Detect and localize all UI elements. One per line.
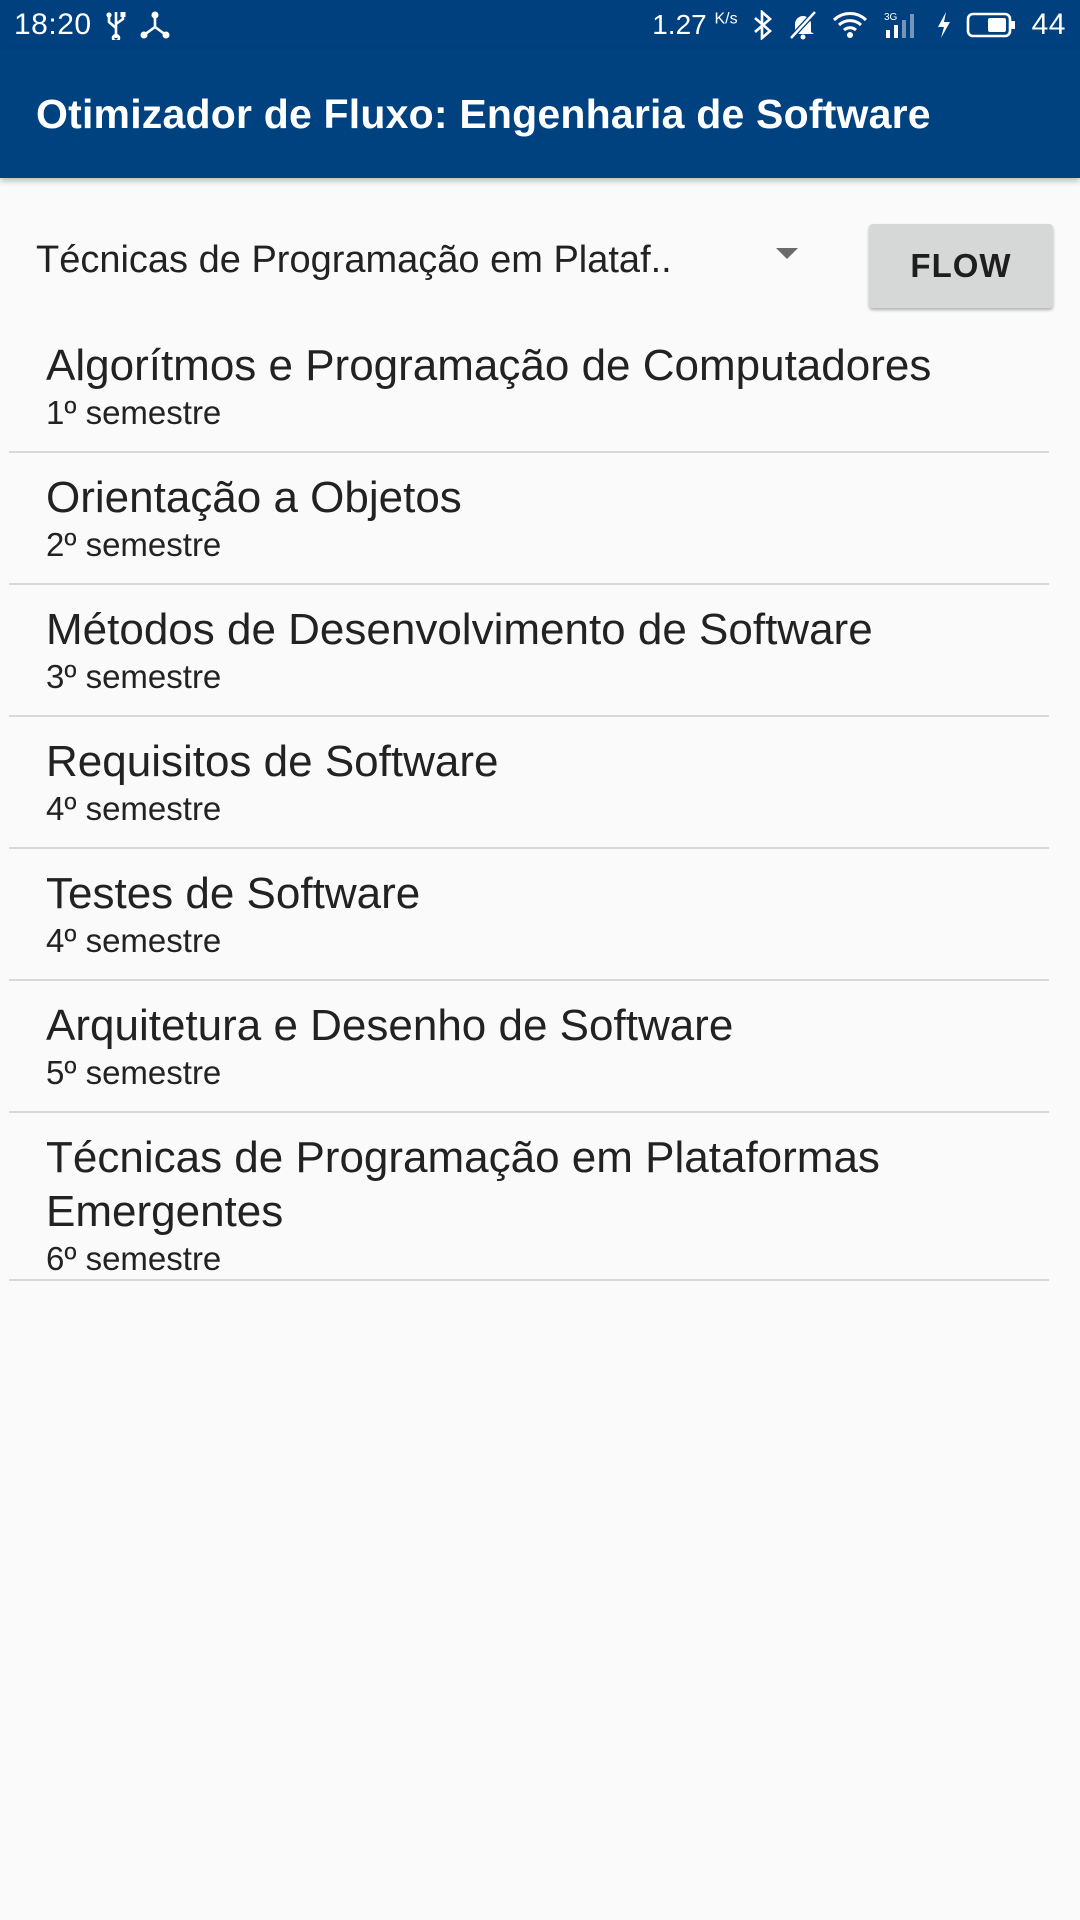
app-title: Otimizador de Fluxo: Engenharia de Softw… bbox=[36, 90, 931, 137]
network-type-label: 3G bbox=[884, 12, 898, 23]
list-item[interactable]: Arquitetura e Desenho de Software 5º seme… bbox=[9, 981, 1049, 1113]
prerequisite-list: Algorítmos e Programação de Computadores… bbox=[0, 327, 1080, 1281]
list-item[interactable]: Algorítmos e Programação de Computadores… bbox=[9, 327, 1049, 453]
controls-row: Técnicas de Programação em Plataf.. FLOW bbox=[0, 178, 1080, 318]
charging-icon bbox=[936, 7, 952, 43]
dropdown-arrow-icon bbox=[776, 248, 798, 259]
course-name: Técnicas de Programação em Plataformas E… bbox=[46, 1133, 880, 1236]
course-semester: 2º semestre bbox=[46, 526, 222, 563]
main-content: Técnicas de Programação em Plataf.. FLOW… bbox=[0, 178, 1080, 1920]
battery-level: 44 bbox=[1031, 8, 1066, 41]
course-semester: 3º semestre bbox=[46, 658, 222, 695]
battery-icon bbox=[966, 7, 1018, 43]
course-semester: 5º semestre bbox=[46, 1054, 222, 1091]
usb-icon bbox=[104, 7, 128, 43]
course-semester: 6º semestre bbox=[46, 1240, 222, 1277]
list-item[interactable]: Métodos de Desenvolvimento de Software 3º… bbox=[9, 585, 1049, 717]
course-name: Requisitos de Software bbox=[46, 737, 499, 786]
list-item[interactable]: Testes de Software 4º semestre bbox=[9, 849, 1049, 981]
share-icon bbox=[140, 7, 170, 43]
course-semester: 4º semestre bbox=[46, 922, 222, 959]
app-bar: Otimizador de Fluxo: Engenharia de Softw… bbox=[0, 50, 1080, 178]
wifi-icon bbox=[832, 7, 868, 43]
network-speed: 1.27 K/s bbox=[652, 9, 738, 40]
course-name: Algorítmos e Programação de Computadores bbox=[46, 341, 932, 390]
signal-icon: 3G bbox=[882, 7, 922, 43]
flow-button[interactable]: FLOW bbox=[869, 224, 1053, 308]
course-name: Métodos de Desenvolvimento de Software bbox=[46, 605, 873, 654]
course-dropdown[interactable]: Técnicas de Programação em Plataf.. bbox=[36, 228, 816, 292]
course-name: Testes de Software bbox=[46, 869, 421, 918]
list-item[interactable]: Orientação a Objetos 2º semestre bbox=[9, 453, 1049, 585]
course-semester: 1º semestre bbox=[46, 394, 222, 431]
course-semester: 4º semestre bbox=[46, 790, 222, 827]
course-name: Arquitetura e Desenho de Software bbox=[46, 1001, 734, 1050]
clock: 18:20 bbox=[14, 8, 92, 41]
status-bar: 18:20 1.27 K/s 3G 44 bbox=[0, 0, 1080, 50]
bluetooth-icon bbox=[752, 7, 774, 43]
course-dropdown-value: Técnicas de Programação em Plataf.. bbox=[36, 238, 672, 281]
list-item[interactable]: Técnicas de Programação em Plataformas E… bbox=[9, 1113, 1049, 1281]
course-name: Orientação a Objetos bbox=[46, 473, 462, 522]
list-item[interactable]: Requisitos de Software 4º semestre bbox=[9, 717, 1049, 849]
muted-bell-icon bbox=[788, 7, 818, 43]
